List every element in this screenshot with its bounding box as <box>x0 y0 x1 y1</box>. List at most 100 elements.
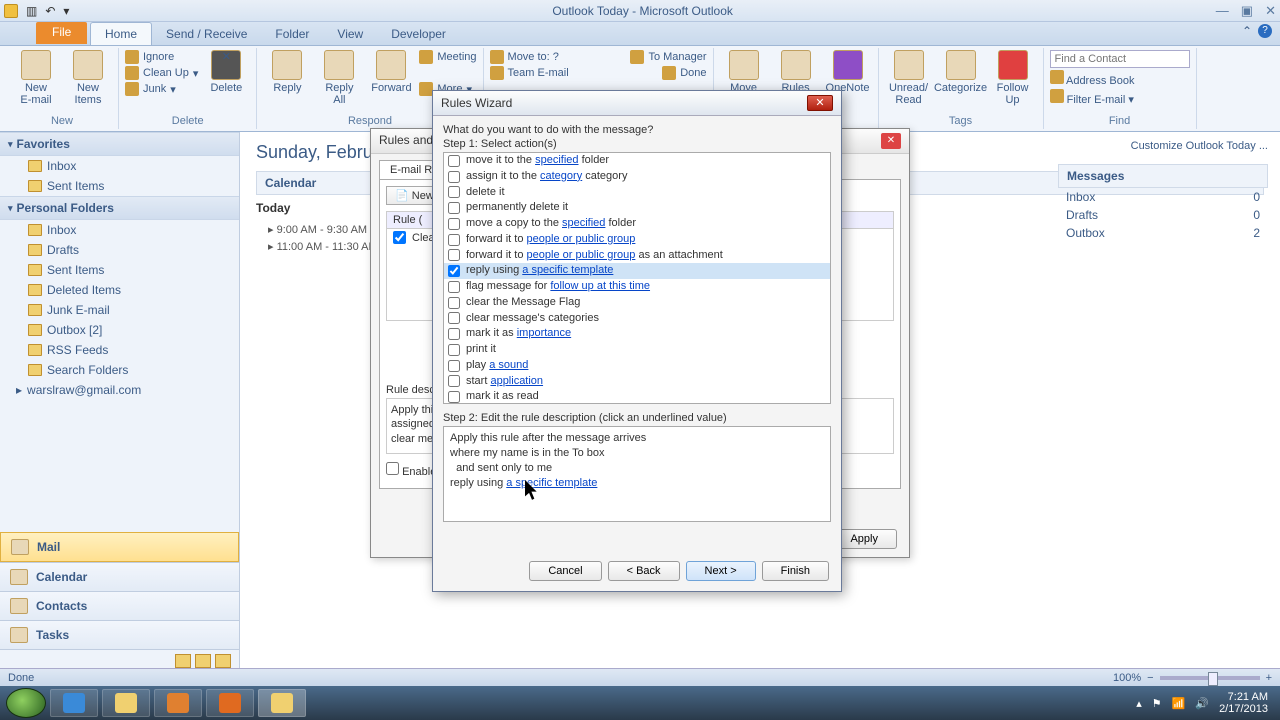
tray-network-icon[interactable]: 📶 <box>1172 697 1186 710</box>
filter-email-button[interactable]: Filter E-mail ▾ <box>1050 89 1190 106</box>
action-checkbox[interactable] <box>448 171 460 183</box>
action-link[interactable]: follow up at this time <box>550 280 650 292</box>
action-checkbox[interactable] <box>448 249 460 261</box>
quickstep-team[interactable]: Team E-mailDone <box>490 66 707 80</box>
nav-tasks-button[interactable]: Tasks <box>0 620 239 649</box>
action-row[interactable]: forward it to people or public group as … <box>444 248 830 264</box>
taskbar-explorer[interactable] <box>102 689 150 717</box>
action-row[interactable]: assign it to the category category <box>444 169 830 185</box>
qat-undo-icon[interactable]: ↶ <box>45 4 55 18</box>
zoom-in[interactable]: + <box>1266 672 1272 684</box>
qat-save-icon[interactable]: ▥ <box>26 4 37 18</box>
action-row[interactable]: clear message's categories <box>444 311 830 327</box>
action-checkbox[interactable] <box>448 391 460 403</box>
action-link[interactable]: category <box>540 170 582 182</box>
action-row[interactable]: print it <box>444 342 830 358</box>
finish-button[interactable]: Finish <box>762 561 829 581</box>
onenote-button[interactable]: OneNote <box>824 50 872 94</box>
tab-home[interactable]: Home <box>90 22 152 45</box>
categorize-button[interactable]: Categorize <box>937 50 985 94</box>
action-row[interactable]: mark it as importance <box>444 326 830 342</box>
action-checkbox[interactable] <box>448 186 460 198</box>
forward-button[interactable]: Forward <box>367 50 415 94</box>
action-row[interactable]: reply using a specific template <box>444 263 830 279</box>
back-button[interactable]: < Back <box>608 561 680 581</box>
action-checkbox[interactable] <box>448 328 460 340</box>
tab-send-receive[interactable]: Send / Receive <box>152 23 261 45</box>
action-link[interactable]: people or public group <box>527 233 636 245</box>
action-row[interactable]: play a sound <box>444 358 830 374</box>
action-link[interactable]: importance <box>517 327 571 339</box>
tab-folder[interactable]: Folder <box>261 23 323 45</box>
delete-button[interactable]: ✕Delete <box>202 50 250 94</box>
action-row[interactable]: delete it <box>444 185 830 201</box>
action-link[interactable]: specified <box>535 154 578 166</box>
ribbon-minimize-icon[interactable]: ⌃ <box>1242 24 1252 38</box>
action-row[interactable]: move it to the specified folder <box>444 153 830 169</box>
reply-button[interactable]: Reply <box>263 50 311 94</box>
nav-folder-item[interactable]: Deleted Items <box>0 280 239 300</box>
nav-contacts-button[interactable]: Contacts <box>0 591 239 620</box>
action-row[interactable]: clear the Message Flag <box>444 295 830 311</box>
taskbar-wmp[interactable] <box>154 689 202 717</box>
tab-view[interactable]: View <box>323 23 377 45</box>
tab-developer[interactable]: Developer <box>377 23 460 45</box>
ignore-button[interactable]: Ignore <box>125 50 198 64</box>
address-book-button[interactable]: Address Book <box>1050 70 1190 87</box>
nav-personal-header[interactable]: Personal Folders <box>0 196 239 220</box>
taskbar-firefox[interactable] <box>206 689 254 717</box>
quickstep-moveto[interactable]: Move to: ?To Manager <box>490 50 707 64</box>
message-count-row[interactable]: Outbox2 <box>1058 224 1268 242</box>
start-button[interactable] <box>6 688 46 718</box>
action-row[interactable]: forward it to people or public group <box>444 232 830 248</box>
action-checkbox[interactable] <box>448 312 460 324</box>
actions-list[interactable]: move it to the specified folderassign it… <box>443 152 831 404</box>
zoom-slider[interactable] <box>1160 676 1260 680</box>
maximize-button[interactable]: ▣ <box>1241 3 1253 19</box>
action-checkbox[interactable] <box>448 360 460 372</box>
nav-folder-item[interactable]: Outbox [2] <box>0 320 239 340</box>
action-checkbox[interactable] <box>448 218 460 230</box>
cleanup-button[interactable]: Clean Up ▾ <box>125 66 198 80</box>
action-link[interactable]: a specific template <box>522 264 613 276</box>
action-row[interactable]: permanently delete it <box>444 200 830 216</box>
action-link[interactable]: people or public group <box>527 249 636 261</box>
message-count-row[interactable]: Inbox0 <box>1058 188 1268 206</box>
action-link[interactable]: a sound <box>489 359 528 371</box>
tray-volume-icon[interactable]: 🔊 <box>1195 697 1209 710</box>
action-checkbox[interactable] <box>448 281 460 293</box>
meeting-button[interactable]: Meeting <box>419 50 476 64</box>
nav-account[interactable]: ▸ warslraw@gmail.com <box>0 380 239 400</box>
action-row[interactable]: move a copy to the specified folder <box>444 216 830 232</box>
tray-flag-icon[interactable]: ⚑ <box>1152 697 1162 710</box>
move-button[interactable]: Move <box>720 50 768 94</box>
rules-dialog-close[interactable]: ✕ <box>881 133 901 149</box>
rules-button[interactable]: Rules <box>772 50 820 94</box>
close-button[interactable]: ✕ <box>1265 3 1276 19</box>
action-row[interactable]: flag message for follow up at this time <box>444 279 830 295</box>
action-row[interactable]: start application <box>444 374 830 390</box>
action-checkbox[interactable] <box>448 234 460 246</box>
nav-favorites-header[interactable]: Favorites <box>0 132 239 156</box>
action-checkbox[interactable] <box>448 265 460 277</box>
action-checkbox[interactable] <box>448 155 460 167</box>
nav-mail-button[interactable]: Mail <box>0 532 239 562</box>
nav-folder-item[interactable]: Inbox <box>0 220 239 240</box>
taskbar-ie[interactable] <box>50 689 98 717</box>
action-checkbox[interactable] <box>448 375 460 387</box>
template-link[interactable]: a specific template <box>506 477 597 489</box>
action-checkbox[interactable] <box>448 202 460 214</box>
notes-icon[interactable] <box>175 654 191 668</box>
help-icon[interactable]: ? <box>1258 24 1272 38</box>
action-checkbox[interactable] <box>448 344 460 356</box>
nav-calendar-button[interactable]: Calendar <box>0 562 239 591</box>
new-email-button[interactable]: New E-mail <box>12 50 60 106</box>
cancel-button[interactable]: Cancel <box>529 561 601 581</box>
taskbar-outlook[interactable] <box>258 689 306 717</box>
customize-link[interactable]: Customize Outlook Today ... <box>1058 140 1268 152</box>
junk-button[interactable]: Junk ▾ <box>125 82 198 96</box>
wizard-close-button[interactable]: ✕ <box>807 95 833 111</box>
tab-file[interactable]: File <box>36 22 87 44</box>
nav-fav-item[interactable]: Sent Items <box>0 176 239 196</box>
nav-folder-item[interactable]: Drafts <box>0 240 239 260</box>
